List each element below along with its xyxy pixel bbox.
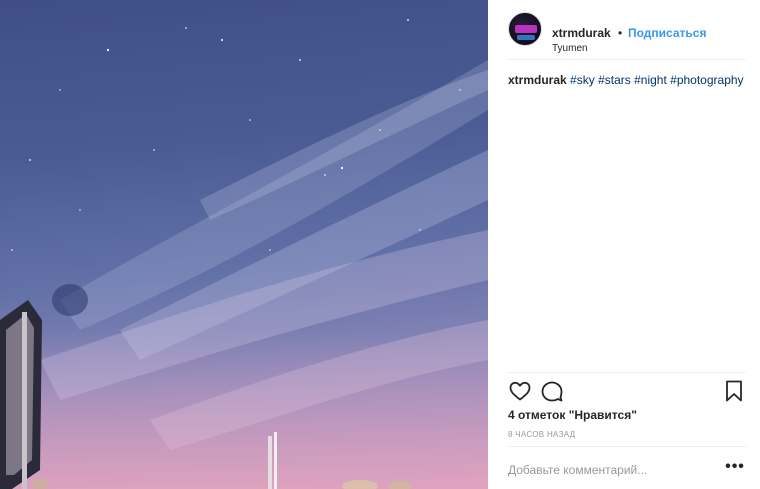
post-caption: xtrmdurak #sky #stars #night #photograph… xyxy=(508,72,748,88)
likes-count[interactable]: 4 отметок "Нравится" xyxy=(508,408,637,422)
heart-icon[interactable] xyxy=(508,379,532,403)
avatar-neon-sign xyxy=(515,25,537,33)
caption-username[interactable]: xtrmdurak xyxy=(508,73,567,87)
bookmark-icon[interactable] xyxy=(722,379,746,403)
comment-bubble-icon[interactable] xyxy=(540,379,564,403)
comment-input[interactable] xyxy=(508,459,718,481)
more-options-icon[interactable]: ••• xyxy=(724,459,746,479)
avatar[interactable] xyxy=(508,12,542,46)
username-link[interactable]: xtrmdurak xyxy=(552,26,611,40)
separator-dot: • xyxy=(618,26,623,40)
hashtag-night[interactable]: #night xyxy=(634,73,667,87)
follow-button[interactable]: Подписаться xyxy=(628,26,706,40)
location-link[interactable]: Tyumen xyxy=(552,43,588,54)
post-header: xtrmdurak • Подписаться Tyumen xyxy=(508,12,746,60)
post-timestamp[interactable]: 8 ЧАСОВ НАЗАД xyxy=(508,430,575,439)
avatar-neon-sign-lower xyxy=(517,35,535,40)
comment-section: ••• xyxy=(508,446,746,489)
action-bar xyxy=(508,372,746,408)
post-sidebar: xtrmdurak • Подписаться Tyumen xtrmdurak… xyxy=(488,0,760,489)
post-photo[interactable] xyxy=(0,0,488,489)
hashtag-sky[interactable]: #sky xyxy=(570,73,595,87)
hashtag-stars[interactable]: #stars xyxy=(598,73,631,87)
hashtag-photography[interactable]: #photography xyxy=(670,73,743,87)
night-sky-image xyxy=(0,19,488,489)
